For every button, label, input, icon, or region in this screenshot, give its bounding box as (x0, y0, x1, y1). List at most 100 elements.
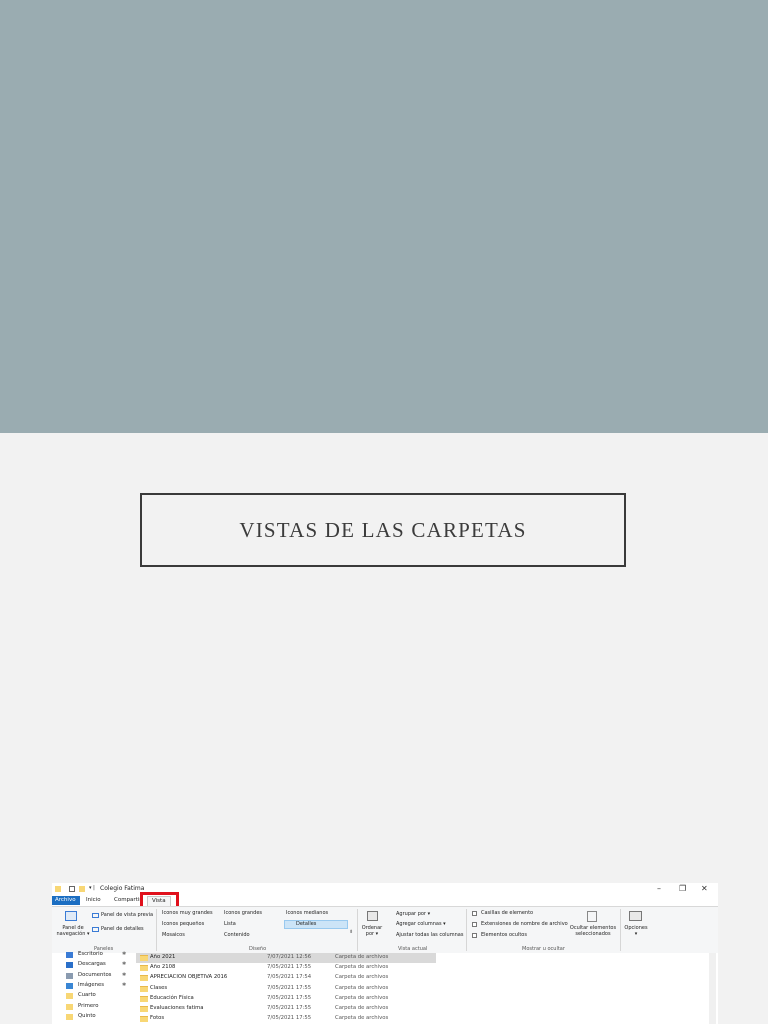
nav-item-icon (66, 962, 73, 969)
file-name: Año 2021 (150, 954, 176, 960)
ribbon-divider (466, 909, 467, 951)
tab-archivo[interactable]: Archivo (52, 896, 80, 905)
file-date: 7/05/2021 17:54 (267, 974, 312, 981)
table-row[interactable]: Educación Física 7/05/2021 17:55 Carpeta d… (136, 994, 436, 1004)
file-name: Año 2108 (150, 964, 176, 971)
layout-lista[interactable]: Lista (224, 921, 236, 927)
ocultos-label: Elementos ocultos (481, 932, 527, 938)
nav-item[interactable]: Descargas ✱ (56, 960, 134, 970)
extensiones-checkbox[interactable] (472, 922, 477, 927)
slide-title-box: VISTAS DE LAS CARPETAS (140, 493, 626, 567)
explorer-screenshot: ▾ | Colegio Fatima – ❐ ✕ Archivo Inicio … (52, 883, 718, 1024)
navigation-pane: Escritorio ✱ Descargas ✱ Documentos ✱ Imágenes… (52, 950, 136, 1024)
properties-icon[interactable] (69, 886, 75, 892)
nav-item[interactable]: Escritorio ✱ (56, 950, 134, 960)
nav-item[interactable]: Documentos ✱ (56, 971, 134, 981)
file-list: Año 2021 7/07/2021 12:56 Carpeta de archiv… (136, 953, 718, 1024)
table-row[interactable]: Clases 7/05/2021 17:55 Carpeta de archivos (136, 984, 436, 994)
file-date: 7/05/2021 17:55 (267, 1005, 312, 1011)
nav-item-label: Cuarto (78, 992, 96, 999)
nav-item-icon (66, 982, 73, 989)
slide-title: VISTAS DE LAS CARPETAS (239, 517, 527, 542)
file-name: Educación Física (150, 994, 194, 1001)
pin-icon: ✱ (122, 951, 127, 957)
table-row[interactable]: APRECIACION OBJETIVA 2016 7/05/2021 17:54… (136, 973, 436, 983)
nav-item-label: Primero (78, 1002, 99, 1009)
agrupar-por-button[interactable]: Agrupar por ▾ (396, 911, 430, 917)
table-row[interactable]: Año 2108 7/05/2021 17:55 Carpeta de archiv… (136, 963, 436, 973)
file-type: Carpeta de archivos (335, 1005, 389, 1011)
folder-icon (140, 1016, 148, 1023)
layout-detalles[interactable]: Detalles (296, 921, 316, 927)
layout-iconos-muy-grandes[interactable]: Iconos muy grandes (162, 910, 213, 916)
ribbon-divider (156, 909, 157, 951)
table-row[interactable]: Evaluaciones fatima 7/05/2021 17:55 Carpet… (136, 1004, 436, 1014)
tab-inicio[interactable]: Inicio (82, 896, 105, 905)
ribbon-panel: Panel de navegación ▾ Panel de vista pre… (52, 906, 718, 954)
preview-pane-icon (92, 913, 99, 918)
nav-item[interactable]: Cuarto (56, 991, 134, 1001)
explorer-content: Escritorio ✱ Descargas ✱ Documentos ✱ Imágenes… (52, 950, 718, 1024)
nav-item-label: Escritorio (78, 951, 103, 957)
ribbon-divider (620, 909, 621, 951)
layout-contenido[interactable]: Contenido (224, 932, 250, 938)
group-diseno-label: Diseño (249, 946, 267, 952)
pin-icon: ✱ (122, 981, 127, 988)
quick-access-dropdown[interactable]: ▾ | (89, 885, 95, 891)
casillas-checkbox[interactable] (472, 911, 477, 916)
nav-item-icon (66, 952, 73, 958)
nav-item[interactable]: Primero (56, 1002, 134, 1012)
file-name: APRECIACION OBJETIVA 2016 (150, 974, 228, 981)
nav-item-label: Documentos (78, 971, 112, 978)
file-date: 7/05/2021 17:55 (267, 964, 312, 971)
nav-item[interactable]: Quinto (56, 1012, 134, 1022)
window-title: Colegio Fatima (100, 885, 145, 892)
file-date: 7/05/2021 17:55 (267, 984, 312, 991)
panel-vista-previa-button[interactable]: Panel de vista previa (101, 912, 153, 918)
file-date: 7/07/2021 12:56 (267, 954, 312, 960)
sort-icon (367, 911, 378, 921)
header-band (0, 0, 768, 433)
pin-icon: ✱ (122, 971, 127, 978)
pin-icon: ✱ (122, 961, 127, 968)
hide-selected-icon (587, 911, 597, 922)
layout-iconos-pequenos[interactable]: Iconos pequeños (162, 921, 204, 927)
file-date: 7/05/2021 17:55 (267, 1015, 312, 1022)
extensiones-label: Extensiones de nombre de archivo (481, 921, 568, 927)
navigation-pane-icon[interactable] (65, 911, 77, 921)
file-name: Clases (150, 984, 168, 991)
ocultar-elementos-button[interactable]: Ocultar elementos seleccionados (569, 925, 617, 937)
agregar-columnas-button[interactable]: Agregar columnas ▾ (396, 921, 446, 927)
folder-icon (140, 985, 148, 992)
file-type: Carpeta de archivos (335, 974, 389, 981)
ajustar-columnas-button[interactable]: Ajustar todas las columnas (396, 932, 463, 938)
opciones-button[interactable]: Opciones ▾ (624, 925, 648, 937)
nav-item-label: Descargas (78, 961, 106, 968)
layout-iconos-grandes[interactable]: Iconos grandes (224, 910, 262, 916)
table-row[interactable]: Fotos 7/05/2021 17:55 Carpeta de archivos (136, 1014, 436, 1024)
close-icon[interactable]: ✕ (701, 884, 708, 893)
panel-detalles-button[interactable]: Panel de detalles (101, 926, 144, 932)
options-icon (629, 911, 642, 921)
nav-item-icon (66, 993, 73, 1000)
panel-navegacion-button[interactable]: Panel de navegación ▾ (55, 925, 91, 937)
vertical-scrollbar[interactable] (709, 953, 716, 1024)
nav-item-label: Imágenes (78, 981, 104, 988)
file-date: 7/05/2021 17:55 (267, 994, 312, 1001)
layout-expand-icon[interactable]: ⇟ (349, 929, 353, 935)
nav-item-icon (66, 972, 73, 979)
group-mostrar-label: Mostrar u ocultar (522, 946, 565, 952)
new-folder-icon[interactable] (79, 886, 85, 892)
layout-mosaicos[interactable]: Mosaicos (162, 932, 185, 938)
restore-icon[interactable]: ❐ (679, 884, 686, 893)
ribbon-divider (357, 909, 358, 951)
ocultos-checkbox[interactable] (472, 933, 477, 938)
folder-icon (140, 955, 148, 961)
nav-item[interactable]: Imágenes ✱ (56, 981, 134, 991)
minimize-icon[interactable]: – (657, 884, 661, 893)
nav-item-label: Quinto (78, 1012, 96, 1019)
table-row[interactable]: Año 2021 7/07/2021 12:56 Carpeta de archiv… (136, 953, 436, 963)
folder-icon (140, 1006, 148, 1012)
ordenar-por-button[interactable]: Ordenar por ▾ (361, 925, 383, 937)
layout-iconos-medianos[interactable]: Iconos medianos (286, 910, 328, 916)
